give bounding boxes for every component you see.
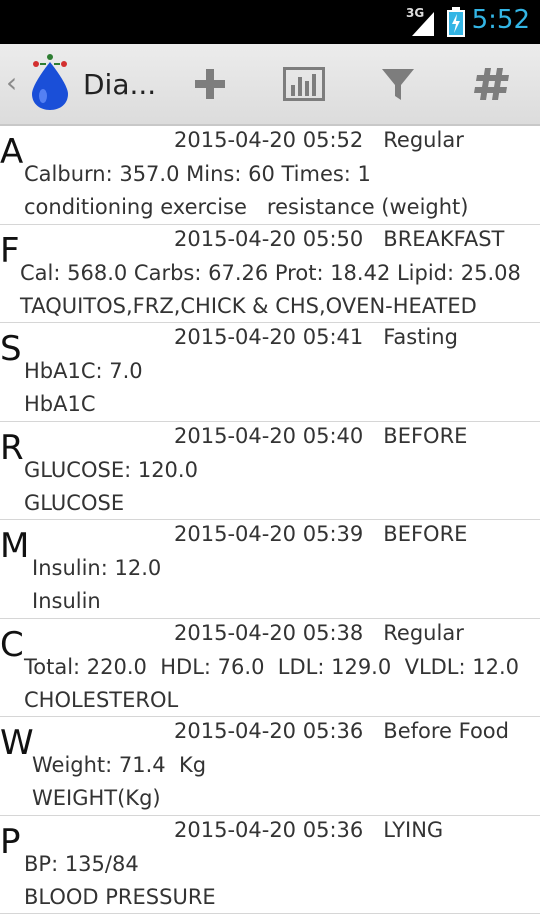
app-drop-icon[interactable] [26, 54, 74, 112]
bar-chart-icon [283, 67, 325, 101]
entry-type-letter: C [0, 625, 24, 665]
entry-description: Insulin [32, 589, 101, 613]
entry-values: Cal: 568.0 Carbs: 67.26 Prot: 18.42 Lipi… [20, 261, 521, 285]
action-bar: ‹ Dia... [0, 44, 540, 126]
entry-description: GLUCOSE [24, 491, 124, 515]
battery-icon [446, 7, 466, 37]
entry-values: GLUCOSE: 120.0 [24, 458, 198, 482]
clock: 5:52 [472, 5, 530, 35]
entry-tag: LYING [383, 818, 443, 842]
list-item[interactable]: W 2015-04-20 05:36 Before Food Weight: 7… [0, 717, 540, 816]
entry-type-letter: R [0, 428, 24, 468]
entry-tag: Regular [383, 621, 464, 645]
filter-icon [381, 67, 415, 101]
entry-tag: BEFORE [383, 522, 467, 546]
list-item[interactable]: A 2015-04-20 05:52 Regular Calburn: 357.… [0, 126, 540, 225]
entry-date: 2015-04-20 05:52 Regular [174, 128, 464, 152]
entry-values: Weight: 71.4 Kg [32, 753, 206, 777]
entry-date: 2015-04-20 05:39 BEFORE [174, 522, 467, 546]
entry-description: TAQUITOS,FRZ,CHICK & CHS,OVEN-HEATED [20, 294, 477, 318]
entry-tag: BEFORE [383, 424, 467, 448]
entry-values: Insulin: 12.0 [32, 556, 161, 580]
list-item[interactable]: R 2015-04-20 05:40 BEFORE GLUCOSE: 120.0… [0, 422, 540, 521]
list-item[interactable]: C 2015-04-20 05:38 Regular Total: 220.0 … [0, 619, 540, 718]
entry-description: BLOOD PRESSURE [24, 885, 216, 909]
chart-button[interactable] [280, 60, 328, 108]
entry-date: 2015-04-20 05:50 BREAKFAST [174, 227, 504, 251]
entry-type-letter: S [0, 329, 22, 369]
plus-icon [193, 67, 227, 101]
entry-date: 2015-04-20 05:36 LYING [174, 818, 443, 842]
entry-values: Total: 220.0 HDL: 76.0 LDL: 129.0 VLDL: … [24, 655, 519, 679]
entry-type-letter: P [0, 822, 21, 862]
entry-type-letter: A [0, 132, 23, 172]
entry-date: 2015-04-20 05:36 Before Food [174, 719, 509, 743]
entry-type-letter: W [0, 723, 34, 763]
app-title: Dia... [83, 68, 156, 101]
entry-description: conditioning exercise resistance (weight… [24, 195, 469, 219]
hash-icon [474, 66, 510, 102]
signal-icon [410, 8, 436, 36]
entry-list: A 2015-04-20 05:52 Regular Calburn: 357.… [0, 126, 540, 914]
list-item[interactable]: P 2015-04-20 05:36 LYING BP: 135/84 BLOO… [0, 816, 540, 914]
entry-tag: BREAKFAST [383, 227, 504, 251]
entry-description: CHOLESTEROL [24, 688, 178, 712]
entry-tag: Regular [383, 128, 464, 152]
list-item[interactable]: F 2015-04-20 05:50 BREAKFAST Cal: 568.0 … [0, 225, 540, 324]
up-caret-icon[interactable]: ‹ [6, 66, 17, 99]
entry-type-letter: F [0, 231, 20, 271]
list-item[interactable]: S 2015-04-20 05:41 Fasting HbA1C: 7.0 Hb… [0, 323, 540, 422]
entry-date: 2015-04-20 05:38 Regular [174, 621, 464, 645]
entry-tag: Fasting [383, 325, 458, 349]
entry-date: 2015-04-20 05:40 BEFORE [174, 424, 467, 448]
entry-values: Calburn: 357.0 Mins: 60 Times: 1 [24, 162, 371, 186]
entry-description: HbA1C [24, 392, 96, 416]
add-button[interactable] [186, 60, 234, 108]
entry-description: WEIGHT(Kg) [32, 786, 161, 810]
status-bar: 3G 5:52 [0, 0, 540, 44]
settings-button[interactable] [468, 60, 516, 108]
list-item[interactable]: M 2015-04-20 05:39 BEFORE Insulin: 12.0 … [0, 520, 540, 619]
entry-tag: Before Food [383, 719, 509, 743]
filter-button[interactable] [374, 60, 422, 108]
entry-type-letter: M [0, 526, 29, 566]
entry-values: HbA1C: 7.0 [24, 359, 143, 383]
entry-values: BP: 135/84 [24, 852, 139, 876]
entry-date: 2015-04-20 05:41 Fasting [174, 325, 458, 349]
